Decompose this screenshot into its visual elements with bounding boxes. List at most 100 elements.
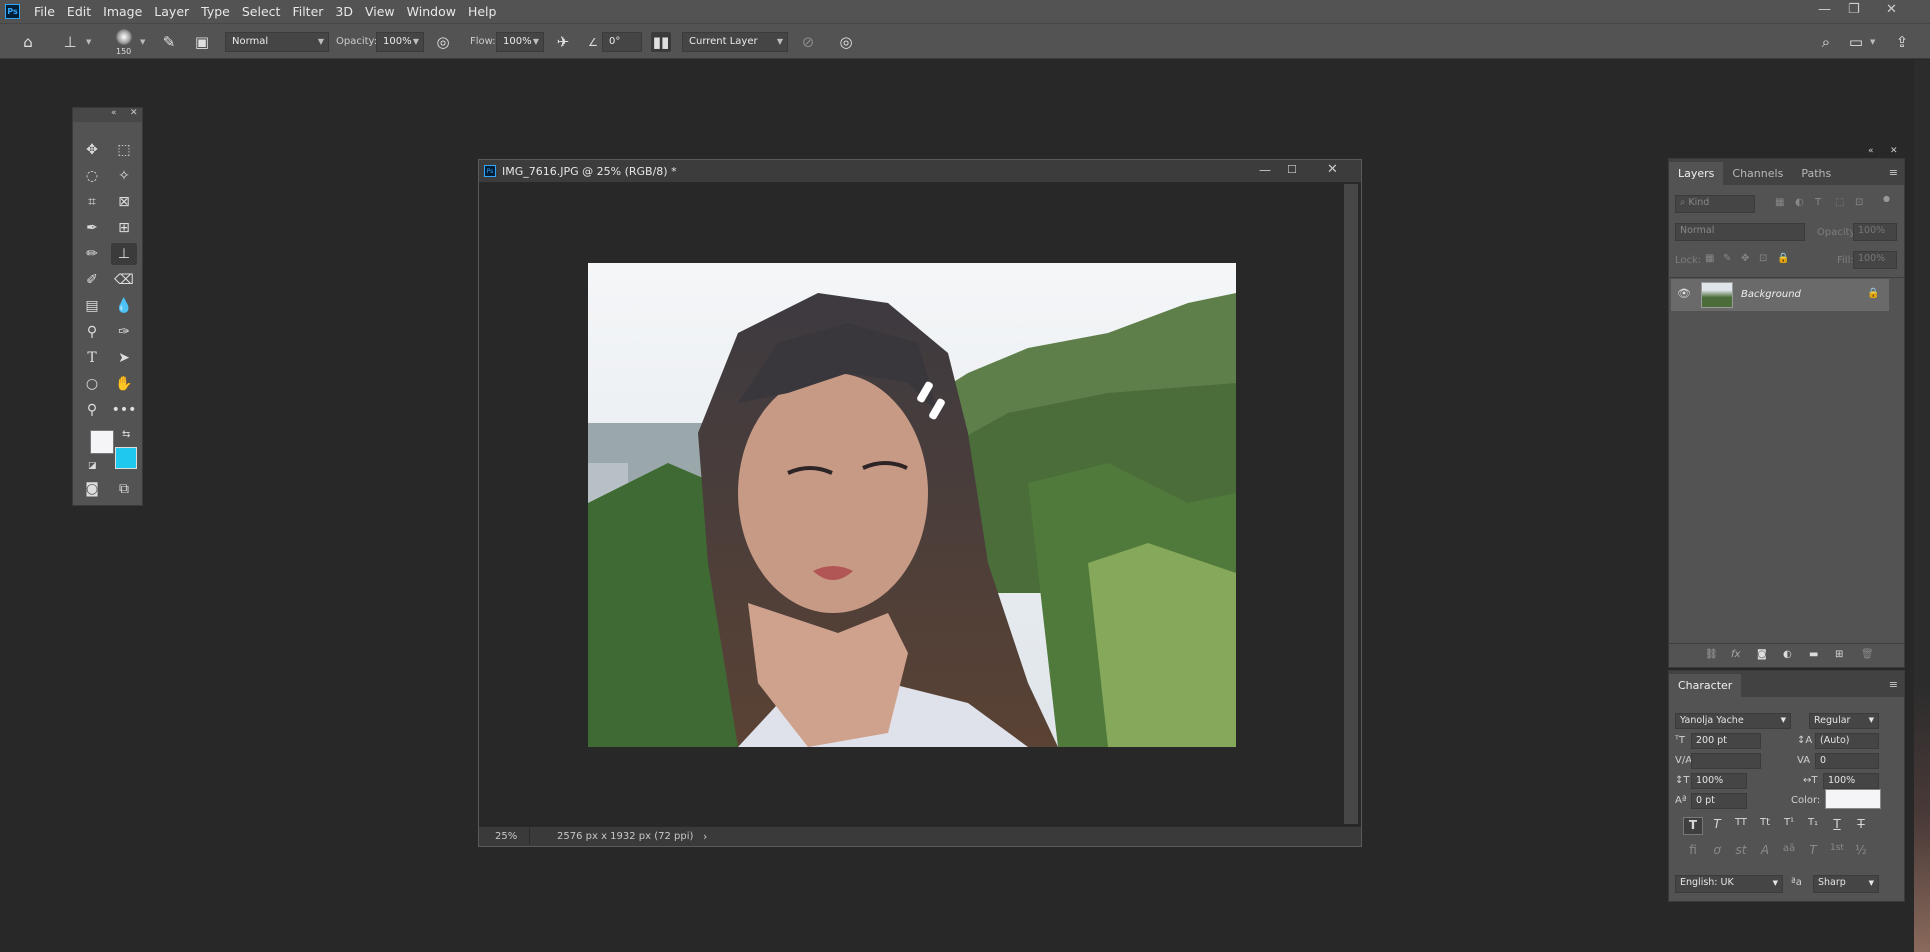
- panel-menu-icon[interactable]: ≡: [1889, 678, 1898, 691]
- antialias-select[interactable]: Sharp ▼: [1813, 875, 1879, 893]
- menu-window[interactable]: Window: [407, 4, 456, 19]
- tab-paths[interactable]: Paths: [1792, 162, 1840, 185]
- brush-settings-icon[interactable]: ✎: [159, 32, 179, 52]
- workspace-icon[interactable]: ▭: [1846, 32, 1866, 52]
- font-family-select[interactable]: Yanolja Yache ▼: [1675, 713, 1791, 729]
- tab-layers[interactable]: Layers: [1669, 162, 1724, 185]
- sample-select[interactable]: Current Layer ▼: [682, 32, 788, 52]
- restore-icon[interactable]: ❐: [1848, 2, 1860, 17]
- collapse-icon[interactable]: «: [111, 108, 117, 118]
- discretionary-ligatures-button[interactable]: st: [1731, 843, 1751, 861]
- old-style-button[interactable]: ơ: [1707, 843, 1727, 861]
- lock-all-icon[interactable]: 🔒: [1777, 253, 1789, 264]
- hand-tool-icon[interactable]: ✋: [111, 373, 137, 395]
- airbrush-icon[interactable]: ✈: [553, 32, 573, 52]
- tab-channels[interactable]: Channels: [1723, 162, 1792, 185]
- frame-tool-icon[interactable]: ⊠: [111, 191, 137, 213]
- new-adjustment-icon[interactable]: ◐: [1783, 649, 1792, 660]
- angle-field[interactable]: 0°: [602, 32, 642, 52]
- menu-help[interactable]: Help: [468, 4, 497, 19]
- kerning-field[interactable]: [1691, 753, 1761, 769]
- fractions-button[interactable]: ½: [1851, 843, 1871, 861]
- magic-wand-tool-icon[interactable]: ✧: [111, 165, 137, 187]
- flow-field[interactable]: 100% ▼: [496, 32, 544, 52]
- vertical-scale-field[interactable]: 100%: [1691, 773, 1747, 789]
- eye-icon[interactable]: 👁: [1677, 287, 1691, 300]
- tools-panel-header[interactable]: « ✕: [73, 108, 142, 122]
- adjustment-filter-icon[interactable]: ◐: [1795, 197, 1804, 208]
- menu-file[interactable]: File: [34, 4, 55, 19]
- shape-filter-icon[interactable]: ⬚: [1835, 197, 1844, 208]
- layer-filter-kind[interactable]: ⌕ Kind: [1675, 195, 1755, 213]
- lock-artboard-icon[interactable]: ⊡: [1759, 253, 1767, 264]
- clone-stamp-tool-icon[interactable]: ⊥: [111, 243, 137, 265]
- vertical-scrollbar[interactable]: [1344, 184, 1358, 824]
- marquee-tool-icon[interactable]: ⬚: [111, 139, 137, 161]
- chevron-down-icon[interactable]: ▼: [86, 38, 91, 46]
- menu-type[interactable]: Type: [201, 4, 230, 19]
- background-color-swatch[interactable]: [115, 447, 137, 469]
- titling-alternates-button[interactable]: T: [1803, 843, 1823, 861]
- fx-icon[interactable]: fx: [1731, 649, 1740, 660]
- pressure-opacity-icon[interactable]: ◎: [433, 32, 453, 52]
- faux-bold-button[interactable]: T: [1683, 817, 1703, 835]
- brush-preview-icon[interactable]: [116, 29, 132, 45]
- document-titlebar[interactable]: Ps IMG_7616.JPG @ 25% (RGB/8) * — ☐ ✕: [479, 160, 1361, 183]
- ignore-adjustment-icon[interactable]: ⊘: [798, 32, 818, 52]
- all-caps-button[interactable]: TT: [1731, 817, 1751, 835]
- menu-3d[interactable]: 3D: [335, 4, 353, 19]
- chevron-down-icon[interactable]: ▼: [1870, 38, 1875, 46]
- clone-stamp-preset-icon[interactable]: ⊥: [60, 32, 80, 52]
- new-layer-icon[interactable]: ⊞: [1835, 649, 1843, 660]
- type-tool-icon[interactable]: T: [79, 347, 105, 369]
- lock-icon[interactable]: 🔒: [1867, 288, 1879, 299]
- close-icon[interactable]: ✕: [1886, 2, 1897, 17]
- default-colors-icon[interactable]: ◪: [88, 461, 97, 471]
- zoom-tool-icon[interactable]: ⚲: [79, 399, 105, 421]
- home-icon[interactable]: ⌂: [18, 32, 38, 52]
- horizontal-scale-field[interactable]: 100%: [1823, 773, 1879, 789]
- menu-view[interactable]: View: [365, 4, 395, 19]
- fill-field[interactable]: 100%: [1853, 251, 1897, 269]
- pen-tool-icon[interactable]: ✑: [111, 321, 137, 343]
- add-mask-icon[interactable]: ◙: [1757, 649, 1767, 660]
- type-filter-icon[interactable]: T: [1815, 197, 1821, 208]
- clone-source-icon[interactable]: ▣: [192, 32, 212, 52]
- layer-name[interactable]: Background: [1741, 289, 1801, 300]
- font-style-select[interactable]: Regular ▼: [1809, 713, 1879, 729]
- object-selection-tool-icon[interactable]: ⊞: [111, 217, 137, 239]
- panel-menu-icon[interactable]: ≡: [1889, 166, 1898, 179]
- menu-filter[interactable]: Filter: [292, 4, 323, 19]
- opacity-field[interactable]: 100% ▼: [376, 32, 424, 52]
- faux-italic-button[interactable]: T: [1707, 817, 1727, 835]
- language-select[interactable]: English: UK ▼: [1675, 875, 1783, 893]
- underline-button[interactable]: T: [1827, 817, 1847, 835]
- tab-character[interactable]: Character: [1669, 674, 1742, 697]
- history-brush-tool-icon[interactable]: ✐: [79, 269, 105, 291]
- pixel-filter-icon[interactable]: ▦: [1775, 197, 1784, 208]
- stylistic-alternates-button[interactable]: aā: [1779, 843, 1799, 861]
- subscript-button[interactable]: T₁: [1803, 817, 1823, 835]
- menu-image[interactable]: Image: [103, 4, 142, 19]
- new-group-icon[interactable]: ▬: [1809, 649, 1818, 660]
- quick-mask-icon[interactable]: ◙: [79, 478, 105, 500]
- dodge-tool-icon[interactable]: ⚲: [79, 321, 105, 343]
- ellipse-tool-icon[interactable]: ○: [79, 373, 105, 395]
- layer-opacity-field[interactable]: 100%: [1853, 223, 1897, 241]
- delete-layer-icon[interactable]: 🗑: [1861, 649, 1874, 660]
- foreground-color-swatch[interactable]: [90, 430, 114, 454]
- mode-select[interactable]: Normal ▼: [225, 32, 329, 52]
- blend-mode-select[interactable]: Normal: [1675, 223, 1805, 241]
- crop-tool-icon[interactable]: ⌗: [79, 191, 105, 213]
- filter-toggle-icon[interactable]: ●: [1883, 194, 1890, 203]
- close-icon[interactable]: ✕: [1327, 162, 1338, 177]
- aligned-toggle-icon[interactable]: ▮▮: [651, 32, 671, 52]
- brush-tool-icon[interactable]: ✏: [79, 243, 105, 265]
- lock-image-icon[interactable]: ✎: [1723, 253, 1731, 264]
- pressure-size-icon[interactable]: ◎: [836, 32, 856, 52]
- smart-object-filter-icon[interactable]: ⊡: [1855, 197, 1863, 208]
- superscript-button[interactable]: T¹: [1779, 817, 1799, 835]
- lock-position-icon[interactable]: ✥: [1741, 253, 1749, 264]
- small-caps-button[interactable]: Tt: [1755, 817, 1775, 835]
- blur-tool-icon[interactable]: 💧: [111, 295, 137, 317]
